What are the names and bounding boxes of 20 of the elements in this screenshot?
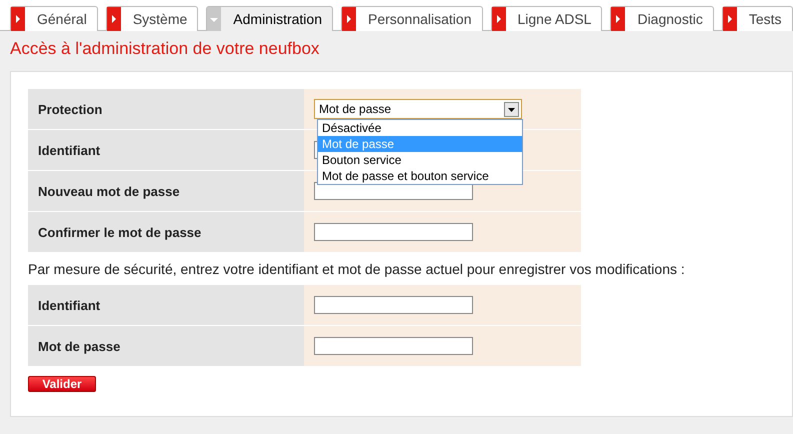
tab[interactable]: Personnalisation [340,6,482,31]
field-label: Identifiant [28,285,304,325]
protection-dropdown[interactable]: Mot de passe [314,99,522,119]
submit-button[interactable]: Valider [28,376,96,392]
dropdown-option[interactable]: Mot de passe et bouton service [318,168,522,184]
security-note: Par mesure de sécurité, entrez votre identifiant et mot de passe actuel pour enregistrer vos modifications : [28,261,686,277]
field-label: Identifiant [28,130,304,170]
tab[interactable]: Système [106,6,198,31]
field-label: Protection [28,89,304,129]
field-label: Nouveau mot de passe [28,171,304,211]
tab[interactable]: Diagnostic [610,6,714,31]
tab[interactable]: Tests [722,6,793,31]
tab[interactable]: Administration [206,6,333,31]
tab[interactable]: Ligne ADSL [490,6,602,31]
field-label: Mot de passe [28,326,304,366]
field-label: Confirmer le mot de passe [28,212,304,252]
dropdown-option[interactable]: Désactivée [318,120,522,136]
tab[interactable]: Général [10,6,98,31]
dropdown-option[interactable]: Bouton service [318,152,522,168]
page-title: Accès à l'administration de votre neufbox [10,39,320,59]
